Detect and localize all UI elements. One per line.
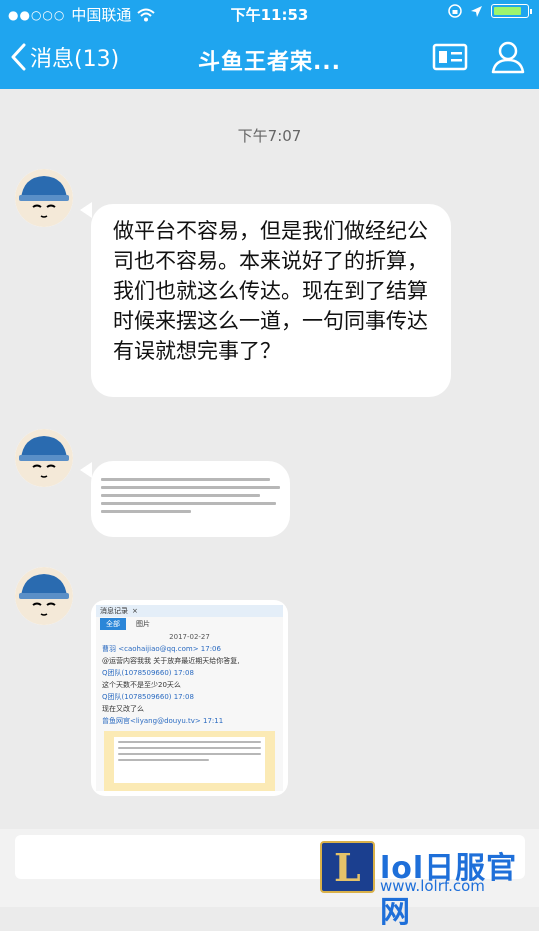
site-watermark: L lol日服官网 www.lolrf.com [320, 841, 535, 930]
status-right [448, 4, 532, 18]
message-bubble-text[interactable]: 做平台不容易，但是我们做经纪公司也不容易。本来说好了的折算，我们也就这么传达。现… [91, 204, 451, 397]
location-icon [471, 5, 482, 17]
screenshot-line: 曹羽 <caohaijiao@qq.com> 17:06 [102, 645, 221, 653]
sender-avatar[interactable] [15, 429, 73, 487]
watermark-logo-letter: L [334, 845, 361, 890]
group-members-icon[interactable] [489, 39, 527, 75]
screenshot-line: Q团队(1078509660) 17:08 [102, 693, 194, 701]
screenshot-tab-all: 全部 [100, 618, 126, 630]
screenshot-quoted-image [104, 731, 275, 791]
screenshot-line: @运营内容我我 关于放弃最近期天给你答复, [102, 657, 240, 665]
screenshot-line: 这个天数不是至少20天么 [102, 681, 181, 689]
sender-avatar[interactable] [15, 169, 73, 227]
watermark-logo: L [320, 841, 375, 893]
group-card-icon[interactable] [432, 42, 468, 72]
screenshot-line: Q团队(1078509660) 17:08 [102, 669, 194, 677]
screenshot-image: 消息记录 × 全部 图片 2017-02-27 曹羽 <caohaijiao@q… [96, 605, 283, 791]
status-bar: ●●○○○ 中国联通 下午11:53 [0, 0, 539, 27]
sender-avatar[interactable] [15, 567, 73, 625]
nav-bar: 消息(13) 斗鱼王者荣... [0, 27, 539, 89]
input-bar: L lol日服官网 www.lolrf.com [0, 829, 539, 930]
rotation-lock-icon [448, 4, 462, 18]
screenshot-window-bar: 消息记录 × [96, 605, 283, 617]
screenshot-line: 曾鱼网官<liyang@douyu.tv> 17:11 [102, 717, 224, 725]
message-timestamp: 下午7:07 [237, 127, 302, 145]
avatar-image [15, 567, 73, 625]
close-icon: × [132, 607, 138, 615]
chat-area[interactable]: 下午7:07 做平台不容易，但是我们做经纪公司也不容易。本来说好了的折算，我们也… [0, 89, 539, 829]
screenshot-tab-image: 图片 [136, 620, 150, 628]
message-text: 做平台不容易，但是我们做经纪公司也不容易。本来说好了的折算，我们也就这么传达。现… [113, 219, 428, 363]
avatar-image [15, 429, 73, 487]
screenshot-window-title: 消息记录 [100, 607, 128, 615]
avatar-image [15, 169, 73, 227]
screenshot-date: 2017-02-27 [169, 633, 210, 641]
message-bubble-screenshot[interactable]: 消息记录 × 全部 图片 2017-02-27 曹羽 <caohaijiao@q… [91, 600, 288, 796]
screenshot-line: 现在又改了么 [102, 705, 144, 713]
message-bubble-image[interactable] [91, 461, 290, 537]
screenshot-tabs: 全部 图片 [96, 617, 283, 631]
battery-icon [491, 4, 532, 18]
watermark-url: www.lolrf.com [380, 877, 485, 895]
blurred-text-image [91, 461, 290, 513]
